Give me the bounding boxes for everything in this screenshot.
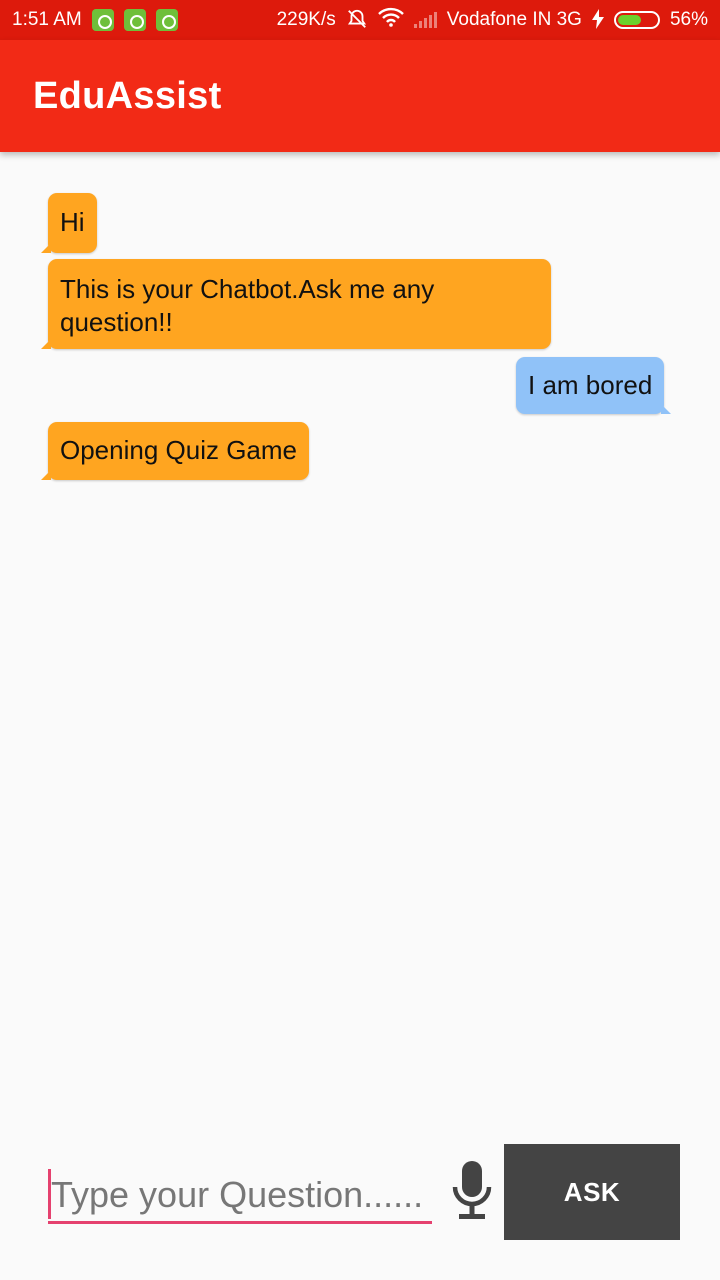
status-bar: 1:51 AM 229K/s Vodafone IN 3G 56% — [0, 0, 720, 40]
wifi-icon — [377, 7, 404, 33]
battery-icon — [613, 11, 660, 29]
charging-icon — [591, 8, 604, 32]
microphone-icon — [451, 1159, 493, 1228]
mute-bell-icon — [346, 8, 368, 33]
status-bar-left: 1:51 AM — [12, 9, 178, 31]
app-notification-icon — [155, 9, 178, 31]
battery-app-notification-icon — [123, 9, 146, 31]
status-time: 1:51 AM — [12, 9, 82, 30]
status-bar-right: 229K/s Vodafone IN 3G 56% — [277, 7, 708, 33]
user-message: I am bored — [516, 357, 672, 414]
carrier-name: Vodafone IN 3G — [446, 9, 582, 30]
bot-message: Hi — [41, 193, 97, 253]
signal-icon — [413, 12, 437, 28]
text-cursor — [48, 1169, 51, 1219]
question-input[interactable] — [48, 1168, 432, 1224]
bot-message: Opening Quiz Game — [40, 422, 310, 480]
app-bar: EduAssist — [0, 40, 720, 152]
ask-button[interactable]: ASK — [504, 1144, 680, 1240]
battery-percent: 56% — [669, 9, 708, 30]
network-speed: 229K/s — [276, 9, 336, 30]
battery-fill — [617, 15, 642, 25]
app-title: EduAssist — [33, 74, 222, 117]
microphone-button[interactable] — [448, 1158, 496, 1228]
input-row: ASK — [0, 1144, 720, 1244]
app-notification-icon — [91, 9, 114, 31]
bot-message: This is your Chatbot.Ask me any question… — [41, 259, 551, 349]
chat-area[interactable]: Hi This is your Chatbot.Ask me any quest… — [0, 152, 720, 1112]
